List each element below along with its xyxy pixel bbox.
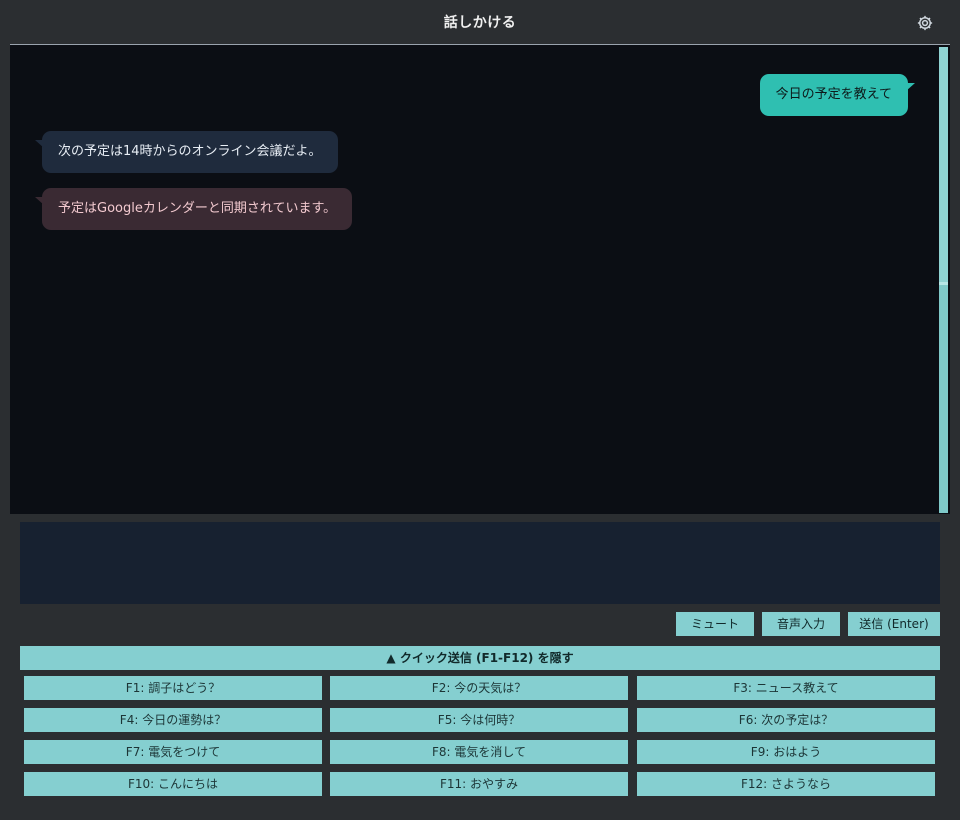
assistant-message: 次の予定は14時からのオンライン会議だよ。 (35, 131, 338, 173)
chat-scrollbar-thumb[interactable] (939, 47, 948, 285)
window-title: 話しかける (443, 15, 517, 31)
quick-send-f10-button[interactable]: F10: こんにちは (24, 772, 322, 796)
quick-send-grid: F1: 調子はどう？ F2: 今の天気は？ F3: ニュース教えて F4: 今日… (24, 676, 936, 796)
quick-send-f3-button[interactable]: F3: ニュース教えて (637, 676, 935, 700)
chat-scrollbar[interactable] (939, 47, 948, 513)
message-input[interactable] (20, 522, 940, 604)
quick-send-f12-button[interactable]: F12: さようなら (637, 772, 935, 796)
quick-send-f7-button[interactable]: F7: 電気をつけて (24, 740, 322, 764)
quick-send-f4-button[interactable]: F4: 今日の運勢は？ (24, 708, 322, 732)
quick-send-f5-button[interactable]: F5: 今は何時？ (330, 708, 628, 732)
quick-send-f1-button[interactable]: F1: 調子はどう？ (24, 676, 322, 700)
gear-icon[interactable] (916, 14, 934, 32)
quick-send-f11-button[interactable]: F11: おやすみ (330, 772, 628, 796)
title-bar: 話しかける (0, 0, 960, 44)
quick-send-f8-button[interactable]: F8: 電気を消して (330, 740, 628, 764)
system-message: 予定はGoogleカレンダーと同期されています。 (34, 188, 353, 230)
quick-send-toggle-button[interactable]: ▲ クイック送信 (F1-F12) を隠す (20, 646, 940, 670)
chat-log: 今日の予定を教えて 次の予定は14時からのオンライン会議だよ。 予定はGoogl… (10, 44, 950, 514)
quick-send-f9-button[interactable]: F9: おはよう (637, 740, 935, 764)
voice-input-button[interactable]: 音声入力 (762, 612, 840, 636)
app-window: 話しかける 今日の予定を教えて 次の予定は14時からのオンライン会議だよ。 予定… (0, 0, 960, 820)
user-message: 今日の予定を教えて (759, 74, 916, 116)
quick-send-f2-button[interactable]: F2: 今の天気は？ (330, 676, 628, 700)
mute-button[interactable]: ミュート (676, 612, 754, 636)
send-button[interactable]: 送信 (Enter) (848, 612, 940, 636)
quick-send-f6-button[interactable]: F6: 次の予定は？ (637, 708, 935, 732)
